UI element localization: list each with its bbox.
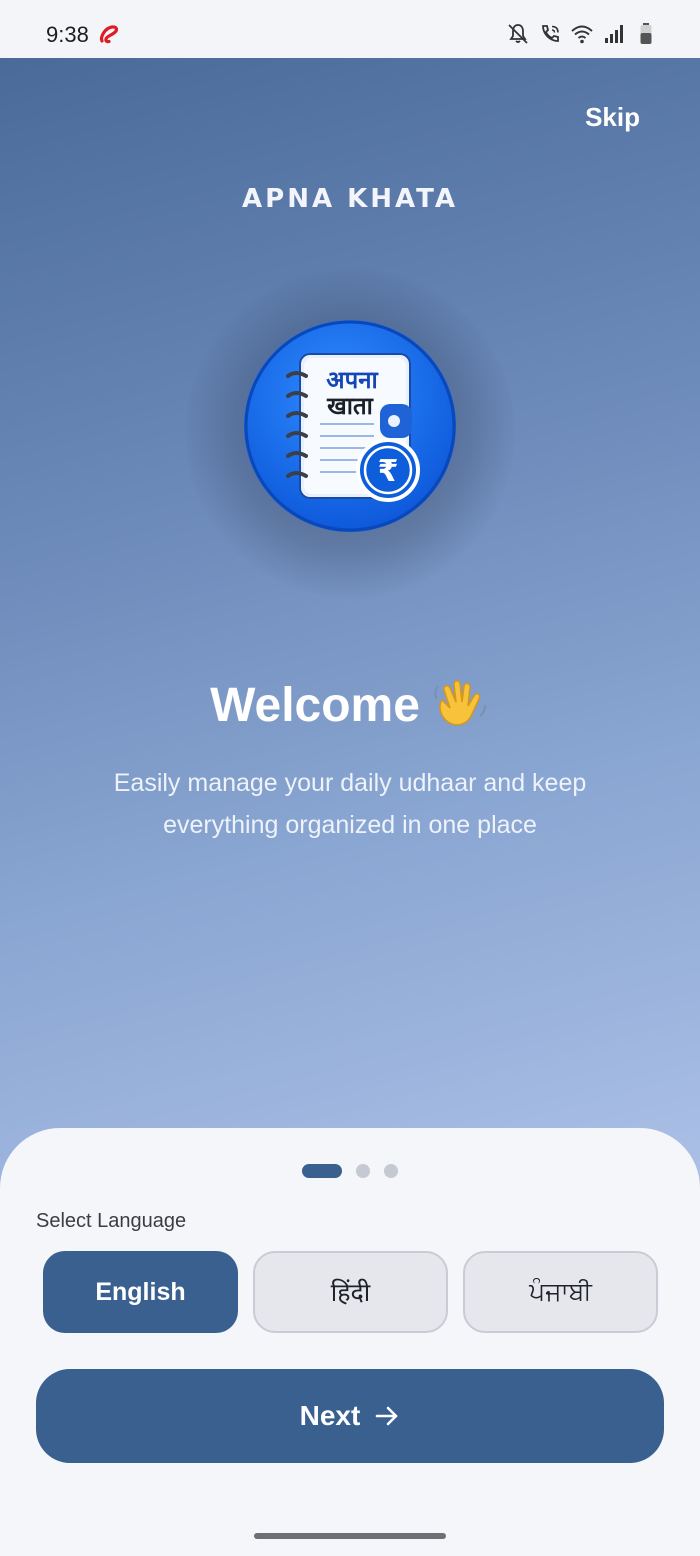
page-dot-active xyxy=(302,1164,342,1178)
page-indicator xyxy=(0,1164,700,1178)
app-name: APNA KHATA xyxy=(242,184,458,214)
airtel-icon xyxy=(97,23,121,47)
page-dot xyxy=(384,1164,398,1178)
hero-section: Skip APNA KHATA अपना खाता ₹ Welcome Easi… xyxy=(0,58,700,1218)
wifi-icon xyxy=(570,22,594,46)
welcome-subtitle: Easily manage your daily udhaar and keep… xyxy=(113,769,587,839)
arrow-right-icon xyxy=(374,1403,400,1429)
next-button[interactable]: Next xyxy=(36,1369,664,1463)
language-option-english[interactable]: English xyxy=(43,1251,238,1333)
status-time: 9:38 xyxy=(46,22,89,47)
waving-hand-icon xyxy=(430,672,490,732)
onboarding-screen: 9:38 Skip APNA KHATA अपना खाता ₹ Welcome… xyxy=(0,0,700,1556)
signal-icon xyxy=(602,22,626,46)
app-logo: अपना खाता ₹ xyxy=(242,318,458,534)
select-language-label: Select Language xyxy=(36,1210,187,1232)
status-icons xyxy=(506,22,658,46)
next-button-label: Next xyxy=(299,1400,361,1431)
logo-text-line2: खाता xyxy=(326,392,374,420)
skip-button[interactable]: Skip xyxy=(585,102,640,133)
logo-text-line1: अपना xyxy=(326,366,378,394)
language-options: English हिंदी ਪੰਜਾਬੀ xyxy=(43,1251,658,1333)
wifi-call-icon xyxy=(538,22,562,46)
battery-icon xyxy=(634,22,658,46)
status-bar: 9:38 xyxy=(0,0,700,58)
page-dot xyxy=(356,1164,370,1178)
bottom-sheet: Select Language English हिंदी ਪੰਜਾਬੀ Nex… xyxy=(0,1128,700,1556)
bell-off-icon xyxy=(506,22,530,46)
rupee-icon: ₹ xyxy=(378,454,399,489)
language-option-hindi[interactable]: हिंदी xyxy=(253,1251,448,1333)
welcome-title: Welcome xyxy=(0,678,700,738)
language-option-punjabi[interactable]: ਪੰਜਾਬੀ xyxy=(463,1251,658,1333)
welcome-title-text: Welcome xyxy=(210,679,420,732)
home-indicator[interactable] xyxy=(254,1533,446,1539)
